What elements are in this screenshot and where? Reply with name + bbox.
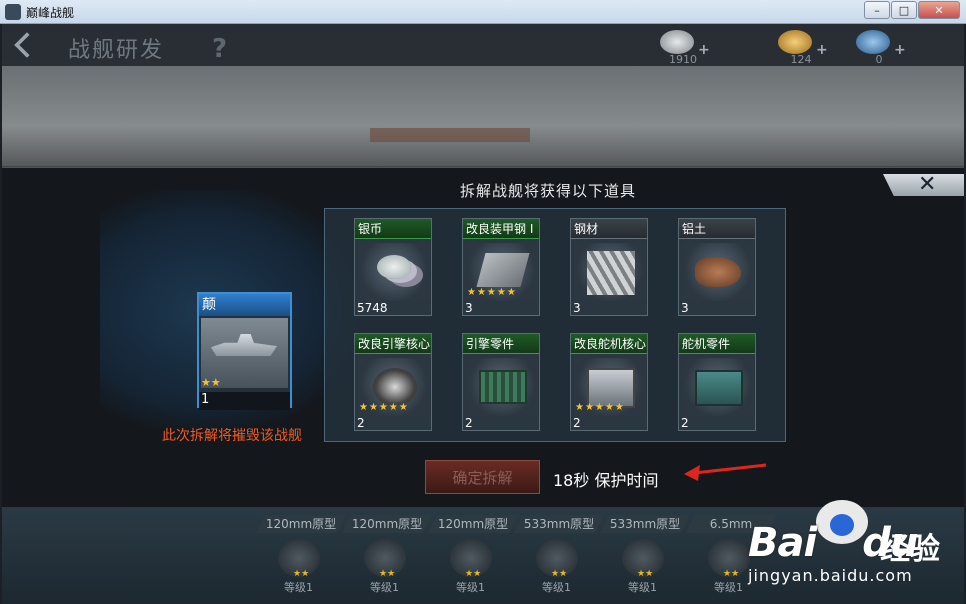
- slot-label: 533mm原型: [514, 515, 604, 533]
- help-icon[interactable]: ?: [212, 34, 227, 64]
- item-stars: ★★★★★: [575, 402, 625, 413]
- slot-level: 等级1: [628, 581, 657, 594]
- equipment-slot[interactable]: 533mm原型 ★★ 等级1: [514, 515, 604, 600]
- slot-stars: ★★: [637, 569, 654, 579]
- ship-name: 颠: [199, 294, 290, 316]
- item-name: 舵机零件: [679, 334, 755, 354]
- item-stars: ★★★★★: [467, 287, 517, 298]
- armor-plate-icon: [476, 253, 530, 287]
- reward-item[interactable]: 银币 5748: [354, 218, 432, 316]
- reward-item[interactable]: 改良舵机核心 I ★★★★★ 2: [570, 333, 648, 431]
- sea-scene: [2, 66, 964, 166]
- item-name: 改良引擎核心 I: [355, 334, 431, 354]
- plus-icon[interactable]: +: [816, 42, 828, 58]
- gem-resource[interactable]: 0 +: [852, 28, 912, 66]
- slot-label: 120mm原型: [256, 515, 346, 533]
- slot-level: 等级1: [284, 581, 313, 594]
- item-amount: 2: [357, 416, 365, 430]
- equipment-slot[interactable]: 120mm原型 ★★ 等级1: [256, 515, 346, 600]
- reward-item[interactable]: 舵机零件 2: [678, 333, 756, 431]
- plus-icon[interactable]: +: [894, 42, 906, 58]
- window-title: 巅峰战舰: [26, 6, 75, 20]
- item-name: 银币: [355, 219, 431, 239]
- reward-item[interactable]: 改良引擎核心 I ★★★★★ 2: [354, 333, 432, 431]
- page-title: 战舰研发: [68, 38, 165, 63]
- engine-core-icon: [373, 368, 417, 406]
- slot-label: 120mm原型: [428, 515, 518, 533]
- plus-icon[interactable]: +: [698, 42, 710, 58]
- equipment-slot[interactable]: 120mm原型 ★★ 等级1: [428, 515, 518, 600]
- minimize-button[interactable]: –: [864, 1, 890, 19]
- confirm-dismantle-button[interactable]: 确定拆解: [425, 460, 540, 494]
- slot-label: 533mm原型: [600, 515, 690, 533]
- item-amount: 5748: [357, 301, 388, 315]
- item-name: 改良舵机核心 I: [571, 334, 647, 354]
- item-picture: [683, 358, 753, 416]
- item-name: 钢材: [571, 219, 647, 239]
- slot-level: 等级1: [456, 581, 485, 594]
- item-picture: [359, 243, 429, 301]
- gold-resource[interactable]: 124 +: [774, 28, 834, 66]
- protection-timer: 18秒 保护时间: [553, 471, 659, 490]
- slot-level: 等级1: [714, 581, 743, 594]
- reward-item[interactable]: 引擎零件 2: [462, 333, 540, 431]
- item-amount: 3: [465, 301, 473, 315]
- item-name: 铝土: [679, 219, 755, 239]
- coins-icon: [377, 255, 411, 279]
- slot-stars: ★★: [293, 569, 310, 579]
- item-picture: [467, 358, 537, 416]
- reward-item[interactable]: 改良装甲钢 I ★★★★★ 3: [462, 218, 540, 316]
- close-icon[interactable]: ✕: [918, 172, 936, 197]
- reward-item[interactable]: 钢材 3: [570, 218, 648, 316]
- gem-icon: [856, 30, 890, 54]
- equipment-slot[interactable]: 120mm原型 ★★ 等级1: [342, 515, 432, 600]
- window-titlebar: 巅峰战舰 – □ ✕: [0, 0, 966, 24]
- slot-label: 120mm原型: [342, 515, 432, 533]
- back-arrow-icon[interactable]: [14, 32, 40, 58]
- window-controls: – □ ✕: [864, 1, 960, 19]
- item-name: 改良装甲钢 I: [463, 219, 539, 239]
- maximize-button[interactable]: □: [891, 1, 917, 19]
- red-arrow-annotation: [684, 463, 767, 481]
- item-picture: [575, 243, 645, 301]
- item-stars: ★★★★★: [359, 402, 409, 413]
- silver-coin-icon: [660, 30, 694, 54]
- steel-beams-icon: [587, 251, 635, 295]
- dismantle-warning: 此次拆解将摧毁该战舰: [162, 428, 302, 444]
- equipment-slot[interactable]: 533mm原型 ★★ 等级1: [600, 515, 690, 600]
- slot-stars: ★★: [723, 569, 740, 579]
- slot-stars: ★★: [551, 569, 568, 579]
- slot-level: 等级1: [542, 581, 571, 594]
- rudder-parts-icon: [695, 370, 743, 406]
- ship-count: 1: [199, 392, 290, 410]
- slot-stars: ★★: [465, 569, 482, 579]
- distant-ship: [370, 128, 530, 142]
- close-window-button[interactable]: ✕: [918, 1, 960, 19]
- watermark-url: jingyan.baidu.com: [748, 566, 913, 585]
- reward-item[interactable]: 铝土 3: [678, 218, 756, 316]
- ship-stars: ★★: [201, 376, 221, 389]
- slot-stars: ★★: [379, 569, 396, 579]
- baidu-watermark: Bai du 经验 jingyan.baidu.com: [748, 500, 958, 590]
- app-icon: [5, 4, 21, 20]
- item-amount: 2: [681, 416, 689, 430]
- bauxite-icon: [695, 257, 741, 287]
- item-amount: 3: [573, 301, 581, 315]
- silver-resource[interactable]: 1910 +: [656, 28, 716, 66]
- logo-part1: Bai: [748, 520, 817, 566]
- watermark-cn: 经验: [880, 532, 940, 567]
- item-amount: 2: [465, 416, 473, 430]
- item-name: 引擎零件: [463, 334, 539, 354]
- slot-level: 等级1: [370, 581, 399, 594]
- engine-parts-icon: [479, 370, 527, 404]
- item-amount: 3: [681, 301, 689, 315]
- ship-card[interactable]: 颠 ★★ 1: [197, 292, 292, 410]
- item-amount: 2: [573, 416, 581, 430]
- gold-coin-icon: [778, 30, 812, 54]
- dialog-title: 拆解战舰将获得以下道具: [460, 182, 637, 200]
- item-picture: [683, 243, 753, 301]
